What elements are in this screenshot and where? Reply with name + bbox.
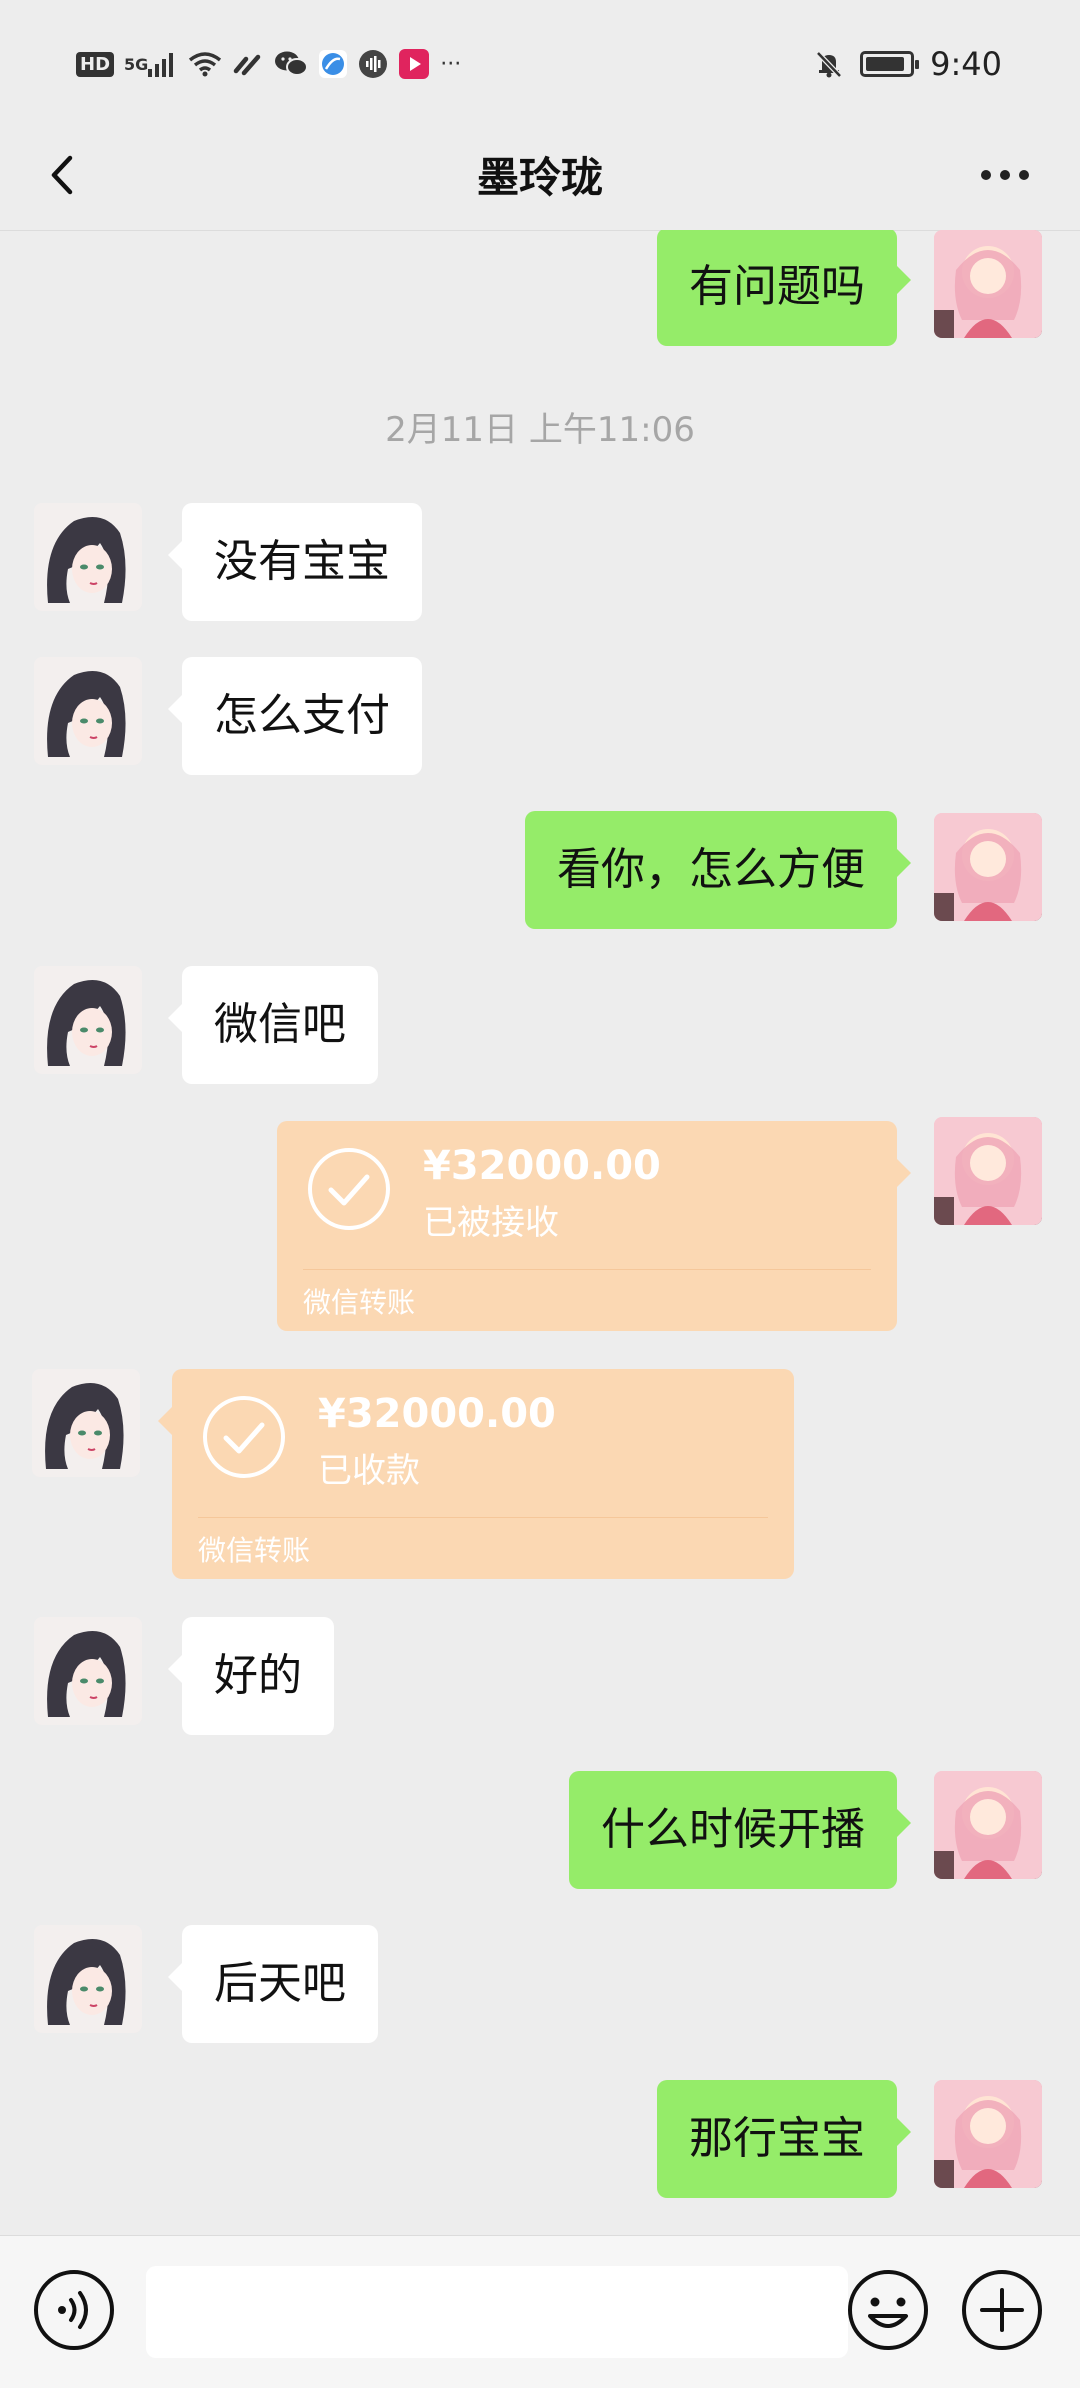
message-input[interactable]	[146, 2266, 848, 2358]
plus-icon	[962, 2270, 1042, 2350]
mute-bell-icon	[814, 49, 844, 79]
transfer-label: 微信转账	[198, 1534, 311, 1567]
message-bubble-received[interactable]: 怎么支付	[168, 657, 422, 775]
input-bar	[0, 2235, 1080, 2388]
more-dots-icon: ···	[440, 51, 462, 77]
avatar-self[interactable]	[934, 1117, 1042, 1225]
browser-icon	[318, 49, 348, 79]
network-type-label: 5G	[124, 54, 149, 74]
message-bubble-received[interactable]: 后天吧	[168, 1925, 378, 2043]
message-timestamp: 2月11日 上午11:06	[385, 410, 695, 450]
plus-button[interactable]	[960, 2268, 1044, 2352]
message-bubble-sent[interactable]: 那行宝宝	[657, 2080, 911, 2198]
battery-icon	[860, 51, 920, 77]
message-bubble-sent[interactable]: 什么时候开播	[569, 1771, 911, 1889]
avatar-contact[interactable]	[34, 966, 142, 1074]
status-time: 9:40	[930, 45, 1002, 83]
check-circle-icon	[203, 1396, 285, 1478]
chat-title: 墨玲珑	[476, 153, 603, 202]
wechat-icon	[274, 50, 309, 78]
avatar-contact[interactable]	[34, 1925, 142, 2033]
avatar-self[interactable]	[934, 230, 1042, 338]
transfer-card-sent[interactable]: ¥32000.00 已被接收 微信转账	[277, 1121, 911, 1331]
avatar-contact[interactable]	[34, 503, 142, 611]
transfer-status: 已收款	[318, 1451, 420, 1491]
link-icon	[232, 51, 264, 77]
voice-icon	[34, 2270, 114, 2350]
avatar-self[interactable]	[934, 2080, 1042, 2188]
message-bubble-sent[interactable]: 看你，怎么方便	[525, 811, 911, 929]
voice-button[interactable]	[32, 2268, 116, 2352]
avatar-contact[interactable]	[34, 657, 142, 765]
emoji-button[interactable]	[846, 2268, 930, 2352]
message-bubble-sent[interactable]: 有问题吗	[657, 230, 911, 346]
avatar-contact[interactable]	[32, 1369, 140, 1477]
status-icons-left: HD 5G ···	[76, 44, 461, 84]
video-icon	[398, 48, 430, 80]
signal-icon: 5G	[124, 51, 178, 77]
divider	[198, 1517, 768, 1518]
transfer-amount: ¥32000.00	[318, 1391, 556, 1437]
wifi-icon	[188, 51, 222, 77]
transfer-label: 微信转账	[303, 1286, 416, 1319]
avatar-self[interactable]	[934, 1771, 1042, 1879]
avatar-contact[interactable]	[34, 1617, 142, 1725]
divider	[303, 1269, 871, 1270]
message-bubble-received[interactable]: 好的	[168, 1617, 334, 1735]
more-horizontal-icon	[981, 170, 991, 180]
audio-icon	[358, 49, 388, 79]
hd-icon: HD	[76, 51, 115, 77]
transfer-amount: ¥32000.00	[423, 1143, 661, 1189]
avatar-self[interactable]	[934, 813, 1042, 921]
status-icons-right: 9:40	[814, 44, 1002, 84]
emoji-icon	[848, 2270, 928, 2350]
more-button[interactable]	[970, 140, 1040, 210]
check-circle-icon	[308, 1148, 390, 1230]
message-bubble-received[interactable]: 没有宝宝	[168, 503, 422, 621]
chat-header: 墨玲珑	[0, 120, 1080, 231]
status-bar: HD 5G ··· 9:40	[0, 0, 1080, 130]
message-list[interactable]: 有问题吗 2月11日 上午11:06 没有宝宝 怎么支付 看你，怎么方便 微信吧	[0, 230, 1080, 2236]
transfer-card-received[interactable]: ¥32000.00 已收款 微信转账	[158, 1369, 794, 1579]
transfer-status: 已被接收	[423, 1203, 559, 1243]
message-bubble-received[interactable]: 微信吧	[168, 966, 378, 1084]
